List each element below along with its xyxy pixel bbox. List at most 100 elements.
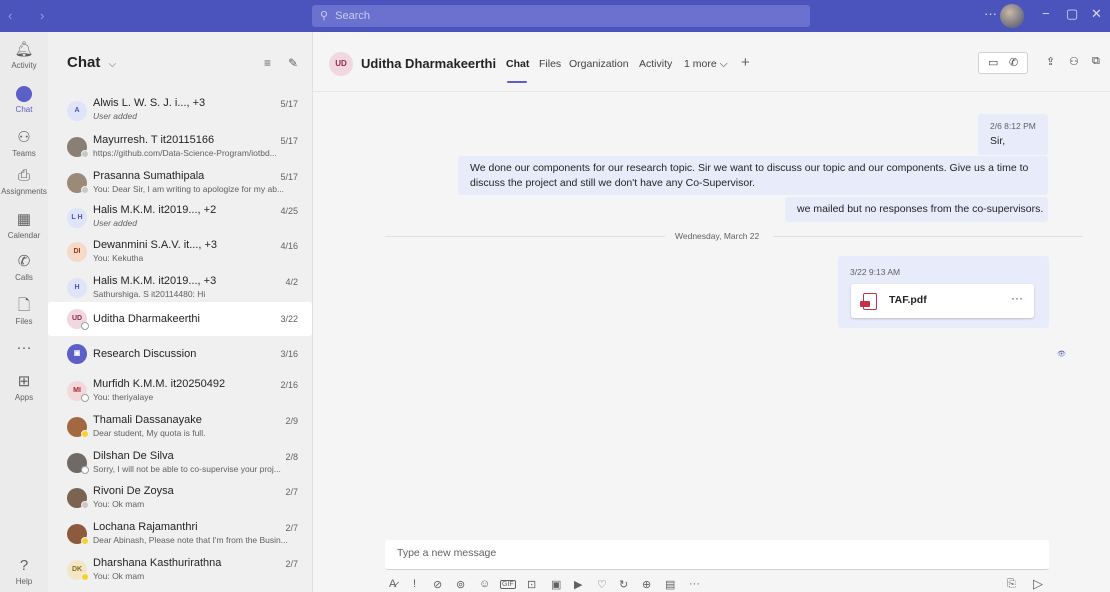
search-placeholder: Search [335,10,370,22]
chat-list-item[interactable]: A Alwis L. W. S. J. i..., +3 User added … [48,92,312,126]
close-icon[interactable]: ✕ [1091,6,1102,22]
settings-more-icon[interactable]: ··· [984,6,997,21]
chat-name: Research Discussion [93,348,197,360]
assignments-icon: ⎙ [17,167,30,184]
rail-item-help[interactable]: ? Help [0,557,48,587]
chat-name: Lochana Rajamanthri [93,521,198,533]
forward-icon[interactable]: › [40,8,56,23]
chat-date: 4/25 [280,206,298,216]
more-apps-icon[interactable]: ··· [689,578,700,590]
search-box[interactable]: ⚲ Search [312,5,810,27]
chat-preview: You: Kekutha [93,253,144,263]
new-chat-icon[interactable]: ✎ [288,56,298,70]
maximize-icon[interactable]: ▢ [1066,6,1078,22]
back-icon[interactable]: ‹ [8,8,24,23]
chat-list-item[interactable]: Prasanna Sumathipala You: Dear Sir, I am… [48,166,312,200]
message-bubble[interactable]: 2/6 8:12 PM Sir, [978,114,1048,155]
rail-item-files[interactable]: 🗋 Files [0,298,48,327]
updates-icon[interactable]: ▤ [665,578,675,591]
tab-activity[interactable]: Activity [639,58,672,70]
conversation-pane: UD Uditha Dharmakeerthi Chat Files Organ… [313,32,1110,592]
chat-date: 2/7 [285,523,298,533]
chat-date: 2/16 [280,380,298,390]
chat-preview: https://github.com/Data-Science-Program/… [93,148,277,158]
approvals-icon[interactable]: ⊕ [642,578,651,591]
filter-icon[interactable]: ≡ [264,56,271,70]
rail-item-calendar[interactable]: ▦ Calendar [0,212,48,241]
chat-list-item[interactable]: Mayurresh. T it20115166 https://github.c… [48,130,312,164]
chat-preview: Sathurshiga. S it20114480: Hi [93,289,206,299]
add-people-icon[interactable]: ⚇ [1069,55,1079,68]
bell-icon: 🔔︎ [14,41,34,58]
help-icon: ? [19,557,29,574]
add-tab-icon[interactable]: + [741,54,750,71]
chat-name: Dharshana Kasthurirathna [93,557,222,569]
emoji-icon[interactable]: ☺ [479,578,490,590]
pop-out-icon[interactable]: ⧉ [1092,55,1100,68]
chat-list-item-selected[interactable]: UD Uditha Dharmakeerthi 3/22 [48,302,312,336]
file-attachment[interactable]: TAF.pdf ··· [851,284,1034,318]
stream-icon[interactable]: ▶ [574,578,582,591]
send-icon[interactable]: ▷ [1033,576,1043,592]
chat-name: Thamali Dassanayake [93,414,202,426]
app-rail: 🔔︎ Activity Chat ⚇ Teams ⎙ Assignments ▦… [0,32,48,592]
minimize-icon[interactable]: − [1042,6,1050,21]
priority-icon[interactable]: ! [413,578,416,590]
avatar[interactable]: UD [329,52,353,76]
chat-date: 2/7 [285,559,298,569]
audio-call-icon[interactable]: ✆ [1009,56,1018,69]
tab-more[interactable]: 1 more ⌵ [684,58,728,71]
chevron-down-icon: ⌵ [108,59,117,70]
rail-item-calls[interactable]: ✆ Calls [0,254,48,283]
chat-list-title[interactable]: Chat ⌵ [67,54,116,71]
chat-date: 2/8 [285,452,298,462]
tab-chat[interactable]: Chat [506,58,529,70]
message-bubble[interactable]: we mailed but no responses from the co-s… [785,197,1048,222]
chat-list-item[interactable]: Thamali Dassanayake Dear student, My quo… [48,409,312,443]
chat-list-item[interactable]: ▣ Research Discussion 3/16 [48,337,312,371]
message-input[interactable] [397,547,1017,559]
chat-preview: Sorry, I will not be able to co-supervis… [93,464,281,474]
rail-item-teams[interactable]: ⚇ Teams [0,129,48,159]
format-icon[interactable]: A̷ [389,578,396,590]
video-call-icon[interactable]: ▭ [988,56,998,69]
chat-name: Mayurresh. T it20115166 [93,134,215,146]
chat-list-item[interactable]: Dilshan De Silva Sorry, I will not be ab… [48,445,312,479]
chat-list-item[interactable]: Rivoni De Zoysa You: Ok mam 2/7 [48,480,312,514]
chat-date: 3/16 [280,349,298,359]
rail-item-assignments[interactable]: ⎙ Assignments [0,167,48,197]
praise-icon[interactable]: ♡ [597,578,607,591]
tab-organization[interactable]: Organization [569,58,629,70]
more-options-icon[interactable]: ··· [1011,291,1023,305]
attach-icon[interactable]: ⊘ [433,578,442,591]
sticker-icon[interactable]: ⊡ [527,578,536,591]
rail-item-apps[interactable]: ⊞ Apps [0,374,48,403]
chat-list-item[interactable]: Lochana Rajamanthri Dear Abinash, Please… [48,516,312,550]
chat-list-item[interactable]: MI Murfidh K.M.M. it20250492 You: theriy… [48,373,312,407]
loop-component-icon[interactable]: ⊚ [456,578,465,591]
tab-files[interactable]: Files [539,58,561,70]
gif-icon[interactable]: GIF [500,580,516,589]
loop-icon[interactable]: ↻ [619,578,628,591]
dictate-icon[interactable]: ⎘ [1007,578,1016,591]
rail-label: Files [15,317,33,326]
chat-list-item[interactable]: DK Dharshana Kasthurirathna You: Ok mam … [48,552,312,586]
profile-avatar[interactable] [1000,4,1024,28]
rail-item-activity[interactable]: 🔔︎ Activity [0,41,48,71]
schedule-meeting-icon[interactable]: ▣ [551,578,561,591]
chat-list-item[interactable]: L H Halis M.K.M. it2019..., +2 User adde… [48,199,312,233]
avatar: H [67,278,87,298]
rail-item-more[interactable]: ··· [0,340,48,358]
message-bubble[interactable]: We done our components for our research … [458,156,1048,195]
teams-icon: ⚇ [17,129,31,146]
group-chat-icon: ▣ [67,344,87,364]
share-screen-icon[interactable]: ⇪ [1046,55,1055,68]
chat-list-item[interactable]: DI Dewanmini S.A.V. it..., +3 You: Kekut… [48,234,312,268]
chat-list-item[interactable]: H Halis M.K.M. it2019..., +3 Sathurshiga… [48,270,312,304]
chat-name: Dewanmini S.A.V. it..., +3 [93,239,218,251]
chat-name: Dilshan De Silva [93,450,174,462]
chat-name: Rivoni De Zoysa [93,485,174,497]
rail-item-chat[interactable]: Chat [0,86,48,114]
compose-box[interactable] [385,540,1049,570]
call-controls: ▭ ✆ [978,52,1028,74]
